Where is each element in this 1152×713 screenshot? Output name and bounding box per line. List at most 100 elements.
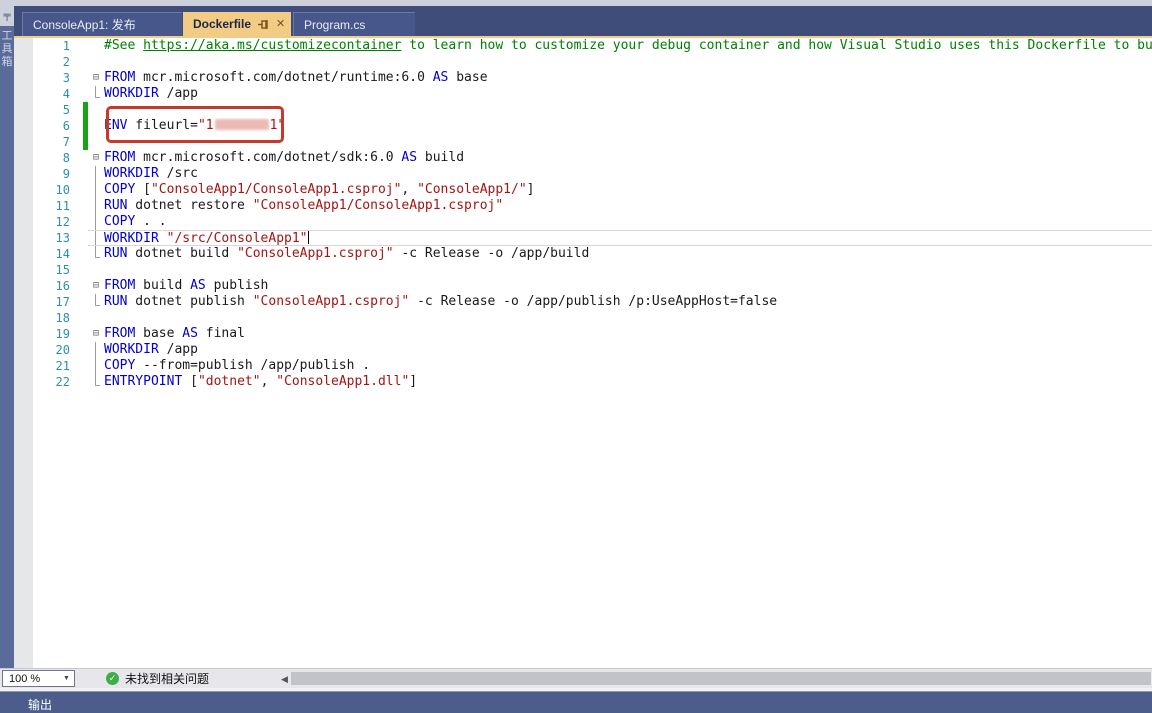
- scrollbar-track[interactable]: [291, 672, 1152, 685]
- code-token: ,: [401, 182, 417, 197]
- breakpoint-margin[interactable]: [14, 150, 33, 166]
- close-icon[interactable]: ✕: [276, 19, 285, 30]
- code-token: ]: [527, 182, 535, 197]
- code-token: . .: [135, 214, 166, 229]
- code-line[interactable]: 16⊟FROM build AS publish: [14, 278, 1152, 294]
- chevron-down-icon: ▼: [59, 675, 74, 682]
- breakpoint-margin[interactable]: [14, 262, 33, 278]
- code-token: "ConsoleApp1.csproj": [253, 294, 410, 309]
- breakpoint-margin[interactable]: [14, 38, 33, 54]
- code-line[interactable]: 1#See https://aka.ms/customizecontainer …: [14, 38, 1152, 54]
- tab-program-cs[interactable]: Program.cs: [293, 12, 415, 36]
- code-text: ENV fileurl="11": [104, 118, 1152, 134]
- horizontal-scrollbar[interactable]: ◀: [281, 671, 1152, 687]
- code-line[interactable]: 17RUN dotnet publish "ConsoleApp1.csproj…: [14, 294, 1152, 310]
- breakpoint-margin[interactable]: [14, 102, 33, 118]
- tab-label: Program.cs: [304, 18, 365, 32]
- fold-margin: [88, 118, 104, 134]
- code-token: FROM: [104, 70, 135, 85]
- fold-guide-line: [95, 246, 96, 257]
- text-caret: [308, 231, 309, 244]
- code-text: COPY --from=publish /app/publish .: [104, 358, 1152, 374]
- breakpoint-margin[interactable]: [14, 358, 33, 374]
- code-line[interactable]: 13WORKDIR "/src/ConsoleApp1": [14, 230, 1152, 246]
- code-line[interactable]: 10COPY ["ConsoleApp1/ConsoleApp1.csproj"…: [14, 182, 1152, 198]
- health-status-text: 未找到相关问题: [125, 669, 209, 689]
- code-token: #See: [104, 38, 143, 53]
- code-token: AS: [190, 278, 206, 293]
- breakpoint-margin[interactable]: [14, 374, 33, 390]
- breakpoint-margin[interactable]: [14, 214, 33, 230]
- code-line[interactable]: 22ENTRYPOINT ["dotnet", "ConsoleApp1.dll…: [14, 374, 1152, 390]
- code-editor[interactable]: 1#See https://aka.ms/customizecontainer …: [14, 38, 1152, 668]
- breakpoint-margin[interactable]: [14, 86, 33, 102]
- breakpoint-margin[interactable]: [14, 310, 33, 326]
- pin-icon[interactable]: [258, 19, 269, 30]
- comment-link[interactable]: https://aka.ms/customizecontainer: [143, 38, 401, 53]
- breakpoint-margin[interactable]: [14, 230, 33, 246]
- code-token: FROM: [104, 326, 135, 341]
- code-token: AS: [182, 326, 198, 341]
- code-token: dotnet restore: [127, 198, 252, 213]
- redacted-value-blur: [215, 119, 269, 130]
- fold-margin: [88, 358, 104, 374]
- code-token: FROM: [104, 150, 135, 165]
- output-panel-header: 输出: [0, 691, 1152, 713]
- code-token: RUN: [104, 246, 127, 261]
- code-line[interactable]: 19⊟FROM base AS final: [14, 326, 1152, 342]
- zoom-level-dropdown[interactable]: 100 % ▼: [2, 670, 75, 687]
- breakpoint-margin[interactable]: [14, 246, 33, 262]
- code-line[interactable]: 18: [14, 310, 1152, 326]
- code-token: ,: [261, 374, 277, 389]
- line-number: 19: [33, 326, 83, 342]
- code-line[interactable]: 20WORKDIR /app: [14, 342, 1152, 358]
- breakpoint-margin[interactable]: [14, 54, 33, 70]
- line-number: 11: [33, 198, 83, 214]
- code-token: FROM: [104, 278, 135, 293]
- output-panel-title[interactable]: 输出: [28, 696, 52, 713]
- code-line[interactable]: 12COPY . .: [14, 214, 1152, 230]
- code-line[interactable]: 7: [14, 134, 1152, 150]
- code-line[interactable]: 8⊟FROM mcr.microsoft.com/dotnet/sdk:6.0 …: [14, 150, 1152, 166]
- breakpoint-margin[interactable]: [14, 70, 33, 86]
- fold-margin: [88, 54, 104, 70]
- collapse-region-icon[interactable]: ⊟: [88, 326, 104, 342]
- code-line[interactable]: 5: [14, 102, 1152, 118]
- fold-margin: [88, 102, 104, 118]
- code-text: ENTRYPOINT ["dotnet", "ConsoleApp1.dll"]: [104, 374, 1152, 390]
- code-token: COPY: [104, 358, 135, 373]
- code-token: /src: [159, 166, 198, 181]
- code-line[interactable]: 2: [14, 54, 1152, 70]
- breakpoint-margin[interactable]: [14, 166, 33, 182]
- breakpoint-margin[interactable]: [14, 326, 33, 342]
- breakpoint-margin[interactable]: [14, 118, 33, 134]
- code-token: base: [135, 326, 182, 341]
- tab-consoleapp1-publish[interactable]: ConsoleApp1: 发布: [22, 12, 182, 36]
- code-line[interactable]: 15: [14, 262, 1152, 278]
- scroll-left-arrow-icon[interactable]: ◀: [281, 674, 288, 685]
- code-line[interactable]: 4WORKDIR /app: [14, 86, 1152, 102]
- tab-dockerfile[interactable]: Dockerfile ✕: [183, 12, 291, 36]
- collapse-region-icon[interactable]: ⊟: [88, 278, 104, 294]
- breakpoint-margin[interactable]: [14, 198, 33, 214]
- code-line[interactable]: 9WORKDIR /src: [14, 166, 1152, 182]
- code-token: WORKDIR: [104, 342, 159, 357]
- fold-margin: [88, 86, 104, 102]
- code-line[interactable]: 14RUN dotnet build "ConsoleApp1.csproj" …: [14, 246, 1152, 262]
- fold-margin: [88, 374, 104, 390]
- code-line[interactable]: 11RUN dotnet restore "ConsoleApp1/Consol…: [14, 198, 1152, 214]
- code-line[interactable]: 6ENV fileurl="11": [14, 118, 1152, 134]
- breakpoint-margin[interactable]: [14, 134, 33, 150]
- breakpoint-margin[interactable]: [14, 182, 33, 198]
- code-line[interactable]: 21COPY --from=publish /app/publish .: [14, 358, 1152, 374]
- breakpoint-margin[interactable]: [14, 294, 33, 310]
- breakpoint-margin[interactable]: [14, 342, 33, 358]
- breakpoint-margin[interactable]: [14, 278, 33, 294]
- code-line[interactable]: 3⊟FROM mcr.microsoft.com/dotnet/runtime:…: [14, 70, 1152, 86]
- sidebar-item-toolbox[interactable]: 工 具 箱: [0, 30, 14, 69]
- scrollbar-thumb[interactable]: [291, 672, 1151, 685]
- collapse-region-icon[interactable]: ⊟: [88, 150, 104, 166]
- code-token: -c Release -o /app/publish /p:UseAppHost…: [409, 294, 777, 309]
- collapse-region-icon[interactable]: ⊟: [88, 70, 104, 86]
- line-number: 1: [33, 38, 83, 54]
